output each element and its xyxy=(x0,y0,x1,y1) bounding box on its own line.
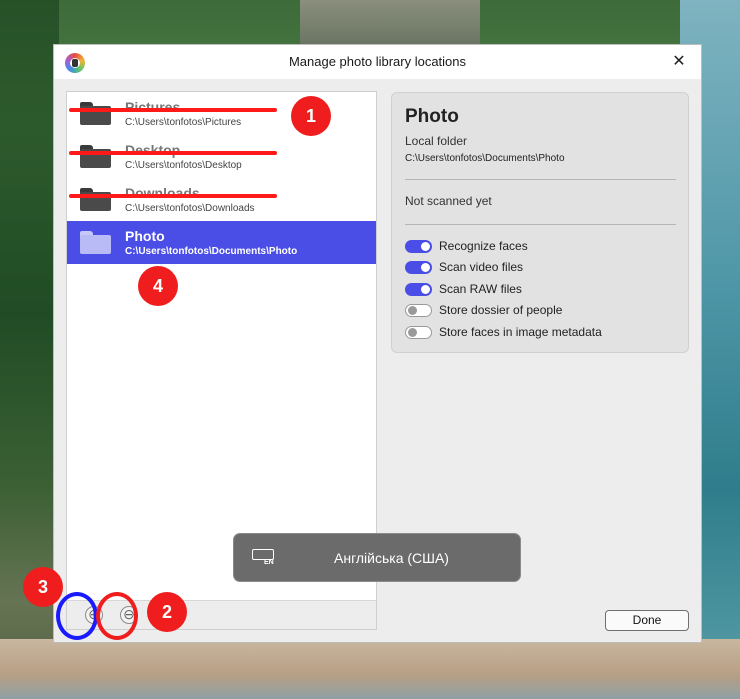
location-details-panel: Photo Local folder C:\Users\tonfotos\Doc… xyxy=(391,92,689,353)
annotation-strikethrough xyxy=(69,108,277,112)
scan-status: Not scanned yet xyxy=(405,194,492,208)
title-bar: Manage photo library locations ✕ xyxy=(54,45,701,79)
keyboard-badge: EN xyxy=(264,559,274,566)
toggle-switch[interactable] xyxy=(405,283,432,296)
location-item-photo[interactable]: Photo C:\Users\tonfotos\Documents\Photo xyxy=(67,221,376,264)
annotation-marker-3: 3 xyxy=(23,567,63,607)
done-button[interactable]: Done xyxy=(605,610,689,631)
close-button[interactable]: ✕ xyxy=(657,45,701,79)
location-name: Photo xyxy=(125,228,165,244)
option-label: Store dossier of people xyxy=(439,303,563,317)
toggle-switch[interactable] xyxy=(405,240,432,253)
location-name: Pictures xyxy=(125,99,181,115)
annotation-strikethrough xyxy=(69,151,277,155)
toggle-switch[interactable] xyxy=(405,304,432,317)
details-type: Local folder xyxy=(405,134,468,148)
option-label: Store faces in image metadata xyxy=(439,325,602,339)
location-path: C:\Users\tonfotos\Desktop xyxy=(125,160,242,171)
location-item-downloads[interactable]: Downloads C:\Users\tonfotos\Downloads xyxy=(67,178,376,221)
folder-icon xyxy=(80,145,111,168)
annotation-circle-blue xyxy=(56,592,98,640)
background-cliff xyxy=(300,0,480,45)
option-label: Scan video files xyxy=(439,260,524,274)
divider xyxy=(405,224,676,225)
annotation-circle-red xyxy=(96,592,138,640)
toggle-switch[interactable] xyxy=(405,261,432,274)
location-path: C:\Users\tonfotos\Documents\Photo xyxy=(125,246,298,257)
location-path: C:\Users\tonfotos\Pictures xyxy=(125,117,242,128)
details-path: C:\Users\tonfotos\Documents\Photo xyxy=(405,153,565,164)
annotation-marker-2: 2 xyxy=(147,592,187,632)
toggle-switch[interactable] xyxy=(405,326,432,339)
background-beach xyxy=(0,639,740,699)
location-name: Desktop xyxy=(125,142,181,158)
location-item-desktop[interactable]: Desktop C:\Users\tonfotos\Desktop xyxy=(67,135,376,178)
folder-icon xyxy=(80,231,111,254)
location-path: C:\Users\tonfotos\Downloads xyxy=(125,203,255,214)
option-label: Scan RAW files xyxy=(439,282,522,296)
toast-text: Англійська (США) xyxy=(334,550,449,566)
location-name: Downloads xyxy=(125,185,200,201)
annotation-marker-4: 4 xyxy=(138,266,178,306)
input-language-toast: EN Англійська (США) xyxy=(233,533,521,582)
option-label: Recognize faces xyxy=(439,239,528,253)
window-title: Manage photo library locations xyxy=(288,54,467,69)
annotation-strikethrough xyxy=(69,194,277,198)
divider xyxy=(405,179,676,180)
details-title: Photo xyxy=(405,106,459,127)
keyboard-icon: EN xyxy=(252,549,274,566)
folder-icon xyxy=(80,188,111,211)
folder-icon xyxy=(80,102,111,125)
annotation-marker-1: 1 xyxy=(291,96,331,136)
